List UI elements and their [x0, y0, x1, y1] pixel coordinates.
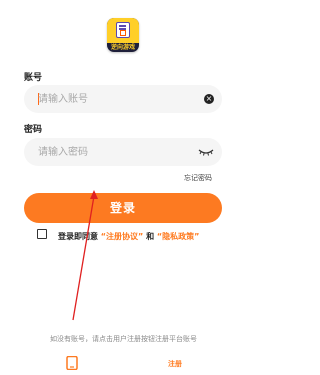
- app-logo: 逆向游戏: [107, 18, 139, 52]
- account-label: 账号: [24, 73, 43, 83]
- register-button[interactable]: 注册: [168, 359, 182, 369]
- login-button[interactable]: 登录: [24, 193, 222, 223]
- clear-icon[interactable]: ×: [204, 94, 214, 104]
- agreement-text: 登录即同意 “注册协议” 和 “隐私政策”: [58, 231, 199, 242]
- privacy-link[interactable]: “隐私政策”: [157, 232, 200, 241]
- eye-closed-icon[interactable]: [198, 146, 214, 158]
- register-hint: 如没有账号，请点击用户注册按钮注册平台账号: [50, 335, 197, 343]
- account-field[interactable]: ×: [24, 85, 222, 113]
- game-card-icon: [116, 22, 130, 38]
- agreement-checkbox[interactable]: [37, 229, 47, 239]
- password-field[interactable]: [24, 138, 222, 166]
- terms-link[interactable]: “注册协议”: [101, 232, 144, 241]
- agreement-and: 和: [146, 232, 155, 241]
- password-label: 密码: [24, 125, 43, 135]
- forgot-password-link[interactable]: 忘记密码: [184, 173, 212, 183]
- annotation-arrow: [72, 190, 98, 321]
- password-input[interactable]: [38, 138, 188, 166]
- app-logo-text: 逆向游戏: [110, 44, 135, 51]
- agreement-prefix: 登录即同意: [58, 232, 98, 241]
- phone-icon[interactable]: [66, 356, 78, 370]
- account-input[interactable]: [38, 85, 188, 113]
